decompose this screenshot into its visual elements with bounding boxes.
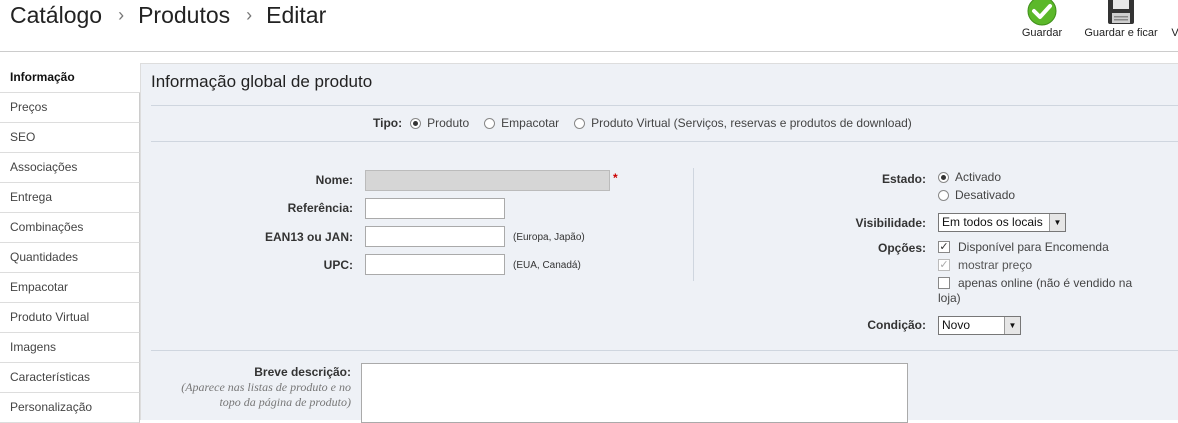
- sidebar-item-produto-virtual[interactable]: Produto Virtual: [0, 303, 140, 333]
- ean13-hint: (Europa, Japão): [513, 232, 585, 243]
- ean13-label: EAN13 ou JAN:: [264, 230, 353, 244]
- sidebar-item-combinacoes[interactable]: Combinações: [0, 213, 140, 243]
- sidebar-item-associacoes[interactable]: Associações: [0, 153, 140, 183]
- column-separator: [693, 168, 694, 281]
- save-label: Guardar: [1021, 27, 1063, 39]
- sidebar-item-seo[interactable]: SEO: [0, 123, 140, 153]
- checkbox[interactable]: [938, 277, 950, 289]
- more-toolbar-button[interactable]: V: [1170, 0, 1178, 39]
- type-option-empacotar[interactable]: Empacotar: [484, 116, 559, 130]
- panel-title: Informação global de produto: [151, 72, 373, 91]
- radio-button[interactable]: [938, 171, 949, 183]
- radio-button[interactable]: [938, 189, 949, 201]
- page-header: Catálogo › Produtos › Editar Guardar Gua…: [0, 0, 1178, 52]
- options-label: Opções:: [877, 241, 926, 255]
- upc-field[interactable]: [365, 254, 505, 275]
- breadcrumb-editar: Editar: [266, 2, 327, 28]
- option-available-for-order[interactable]: ✓ Disponível para Encomenda: [938, 240, 1109, 254]
- sidebar-item-informacao[interactable]: Informação: [0, 63, 140, 93]
- visibility-label: Visibilidade:: [855, 216, 926, 230]
- divider: [151, 141, 1178, 142]
- floppy-disk-icon: [1108, 0, 1134, 24]
- short-description-hint: (Aparece nas listas de produto e no topo…: [181, 380, 351, 409]
- product-type-row: Tipo: Produto Empacotar Produto Virtual …: [373, 116, 927, 130]
- option-show-price[interactable]: ✓ mostrar preço: [938, 258, 1032, 272]
- sidebar-item-precos[interactable]: Preços: [0, 93, 140, 123]
- sidebar-item-entrega[interactable]: Entrega: [0, 183, 140, 213]
- option-online-only-cont: loja): [938, 291, 961, 305]
- name-field[interactable]: [365, 170, 610, 191]
- radio-button[interactable]: [574, 117, 586, 129]
- required-asterisk: *: [613, 171, 618, 185]
- visibility-select[interactable]: Em todos os locais ▼: [938, 213, 1066, 232]
- type-option-produto-virtual[interactable]: Produto Virtual (Serviços, reservas e pr…: [574, 116, 912, 130]
- breadcrumb-catalogo[interactable]: Catálogo: [10, 2, 102, 29]
- save-button[interactable]: Guardar: [1018, 0, 1066, 39]
- upc-label: UPC:: [323, 258, 353, 272]
- dropdown-arrow-icon: ▼: [1004, 317, 1020, 334]
- reference-label: Referência:: [287, 201, 353, 215]
- dropdown-arrow-icon: ▼: [1049, 214, 1065, 231]
- sidebar-tabs: Informação Preços SEO Associações Entreg…: [0, 63, 140, 423]
- radio-button[interactable]: [484, 117, 496, 129]
- sidebar-item-caracteristicas[interactable]: Características: [0, 363, 140, 393]
- reference-field[interactable]: [365, 198, 505, 219]
- short-description-editor[interactable]: [361, 363, 908, 423]
- breadcrumb-produtos[interactable]: Produtos: [138, 2, 230, 29]
- divider: [151, 350, 1178, 351]
- status-label: Estado:: [881, 172, 926, 186]
- option-online-only[interactable]: apenas online (não é vendido na: [938, 276, 1132, 290]
- checkbox[interactable]: ✓: [938, 259, 950, 271]
- green-check-icon: [1027, 0, 1057, 26]
- name-label: Nome:: [315, 173, 353, 187]
- product-type-label: Tipo:: [373, 116, 403, 130]
- divider: [151, 105, 1178, 106]
- short-description-label: Breve descrição:: [254, 365, 351, 379]
- product-info-panel: Informação global de produto Tipo: Produ…: [140, 63, 1178, 423]
- breadcrumb: Catálogo › Produtos › Editar: [10, 2, 326, 29]
- condition-select[interactable]: Novo ▼: [938, 316, 1021, 335]
- sidebar-item-personalizacao[interactable]: Personalização: [0, 393, 140, 423]
- status-option-activado[interactable]: Activado: [938, 170, 1001, 184]
- upc-hint: (EUA, Canadá): [513, 260, 581, 271]
- sidebar-item-imagens[interactable]: Imagens: [0, 333, 140, 363]
- radio-button[interactable]: [410, 117, 422, 129]
- sidebar-item-empacotar[interactable]: Empacotar: [0, 273, 140, 303]
- chevron-right-icon: ›: [118, 5, 125, 25]
- status-option-desativado[interactable]: Desativado: [938, 188, 1015, 202]
- ean13-field[interactable]: [365, 226, 505, 247]
- save-and-stay-label: Guardar e ficar: [1084, 27, 1158, 39]
- save-and-stay-button[interactable]: Guardar e ficar: [1080, 0, 1162, 39]
- chevron-right-icon: ›: [246, 5, 253, 25]
- condition-label: Condição:: [867, 318, 926, 332]
- type-option-produto[interactable]: Produto: [410, 116, 469, 130]
- checkbox[interactable]: ✓: [938, 241, 950, 253]
- sidebar-item-quantidades[interactable]: Quantidades: [0, 243, 140, 273]
